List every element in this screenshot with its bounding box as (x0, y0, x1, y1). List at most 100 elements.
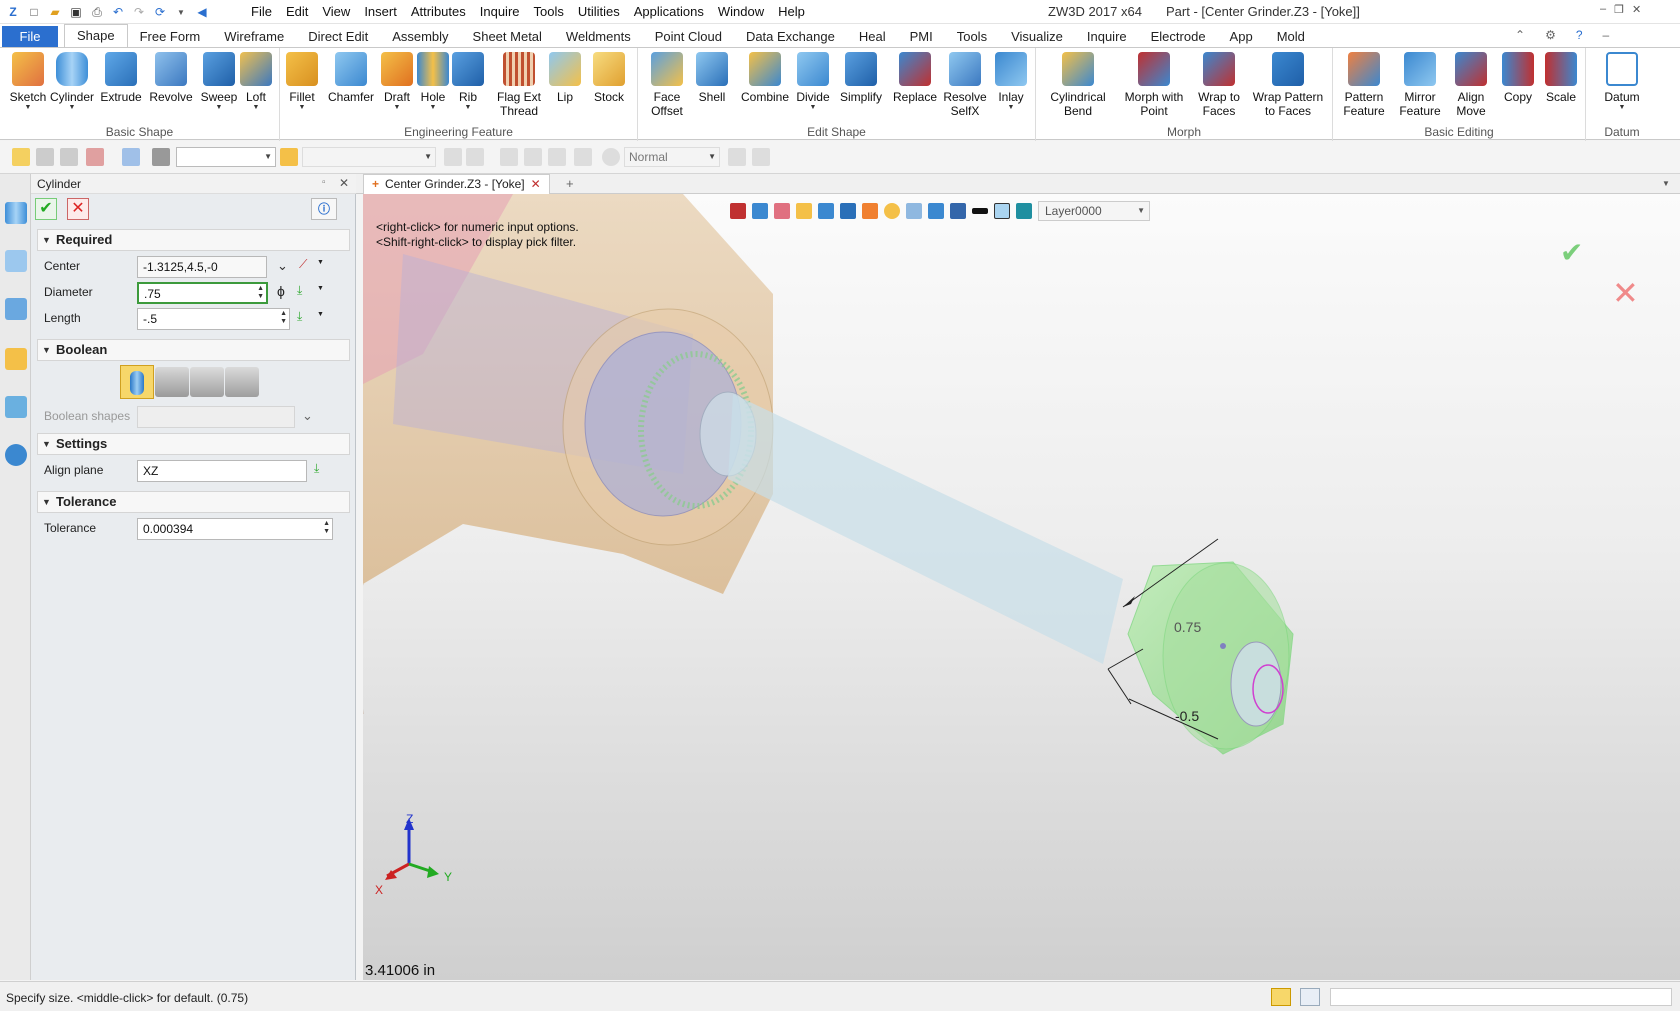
remove-shape-button[interactable] (190, 367, 224, 397)
cylinder-button[interactable]: Cylinder ▼ (48, 52, 96, 112)
app-logo-icon[interactable]: Z (4, 3, 22, 21)
layers-icon[interactable] (1016, 203, 1032, 219)
menu-inquire[interactable]: Inquire (473, 2, 527, 22)
filter-combo[interactable]: ▼ (176, 147, 276, 167)
menu-applications[interactable]: Applications (627, 2, 711, 22)
shaft[interactable] (728, 394, 1123, 664)
part-icon[interactable] (5, 348, 27, 370)
pick-filter-icon[interactable] (86, 148, 104, 166)
pick-level-combo[interactable]: ▼ (302, 147, 436, 167)
tab-assembly[interactable]: Assembly (380, 26, 460, 48)
tab-heal[interactable]: Heal (847, 26, 898, 48)
tab-visualize[interactable]: Visualize (999, 26, 1075, 48)
close-panel-icon[interactable]: ✕ (339, 176, 349, 190)
diameter-dimension-label[interactable]: 0.75 (1174, 619, 1201, 635)
view-cube-icon[interactable] (796, 203, 812, 219)
image-icon[interactable] (5, 396, 27, 418)
collapse-ribbon-icon[interactable]: ⌃ (1515, 28, 1525, 42)
base-shape-button[interactable] (120, 365, 154, 399)
menu-tools[interactable]: Tools (527, 2, 571, 22)
menu-attributes[interactable]: Attributes (404, 2, 473, 22)
pick-point-icon[interactable]: ⟋ (299, 257, 307, 272)
tab-pmi[interactable]: PMI (898, 26, 945, 48)
view-orient-icon[interactable] (752, 203, 768, 219)
undo-icon[interactable]: ↶ (109, 3, 127, 21)
close-tab-icon[interactable]: ✕ (531, 175, 541, 194)
toolbar-icon[interactable] (524, 148, 542, 166)
open-folder-icon[interactable]: ▰ (46, 3, 64, 21)
smart-pick-icon[interactable] (280, 148, 298, 166)
menu-edit[interactable]: Edit (279, 2, 315, 22)
menu-insert[interactable]: Insert (357, 2, 404, 22)
toolbar-icon[interactable] (752, 148, 770, 166)
datum-button[interactable]: Datum ▼ (1598, 52, 1646, 112)
intersect-shape-button[interactable] (225, 367, 259, 397)
expand-icon[interactable]: ⌄ (277, 258, 288, 274)
tab-electrode[interactable]: Electrode (1139, 26, 1218, 48)
lip-button[interactable]: Lip (541, 52, 589, 104)
menu-window[interactable]: Window (711, 2, 771, 22)
minimize-doc-icon[interactable]: – (1603, 28, 1610, 42)
face-offset-button[interactable]: Face Offset (643, 52, 691, 118)
chamfer-button[interactable]: Chamfer (327, 52, 375, 104)
section-view-icon[interactable] (928, 203, 944, 219)
add-pick-icon[interactable] (36, 148, 54, 166)
render-gear-icon[interactable] (602, 148, 620, 166)
pick-value-icon[interactable]: ⤓ (297, 283, 302, 298)
user-icon[interactable] (5, 444, 27, 466)
copy-button[interactable]: Copy (1494, 52, 1542, 104)
expand-icon[interactable]: ⌄ (302, 408, 313, 424)
stock-button[interactable]: Stock (585, 52, 633, 104)
assembly-tree-icon[interactable] (5, 298, 27, 320)
section-required[interactable]: Required (37, 229, 350, 251)
save-icon[interactable]: ▣ (67, 3, 85, 21)
rib-button[interactable]: Rib ▼ (444, 52, 492, 112)
section-settings[interactable]: Settings (37, 433, 350, 455)
toolbar-icon[interactable] (466, 148, 484, 166)
section-boolean[interactable]: Boolean (37, 339, 350, 361)
loft-button[interactable]: Loft ▼ (232, 52, 280, 112)
feature-cylinder-icon[interactable] (5, 202, 27, 224)
toolbar-icon[interactable] (574, 148, 592, 166)
back-arrow-icon[interactable]: ◀ (193, 3, 211, 21)
tab-sheet-metal[interactable]: Sheet Metal (461, 26, 554, 48)
tab-shape[interactable]: Shape (64, 24, 128, 48)
tolerance-input[interactable]: 0.000394 ▲ ▼ (137, 518, 333, 540)
pin-icon[interactable]: ▫ (322, 177, 326, 188)
chevron-down-icon[interactable]: ▼ (317, 285, 324, 292)
scale-button[interactable]: Scale (1537, 52, 1585, 104)
tab-weldments[interactable]: Weldments (554, 26, 643, 48)
revolve-button[interactable]: Revolve (147, 52, 195, 104)
remove-pick-icon[interactable] (60, 148, 78, 166)
section-tolerance[interactable]: Tolerance (37, 491, 350, 513)
info-button[interactable]: ⓘ (311, 198, 337, 220)
length-input[interactable]: -.5 ▲ ▼ (137, 308, 290, 330)
zoom-fit-icon[interactable] (906, 203, 922, 219)
tab-app[interactable]: App (1218, 26, 1265, 48)
cancel-button[interactable]: ✕ (67, 198, 89, 220)
combine-button[interactable]: Combine (741, 52, 789, 104)
menu-view[interactable]: View (315, 2, 357, 22)
inlay-button[interactable]: Inlay ▼ (987, 52, 1035, 112)
menu-file[interactable]: File (244, 2, 279, 22)
viewport-ok-icon[interactable]: ✔ (1560, 236, 1583, 269)
lasso-icon[interactable] (122, 148, 140, 166)
chevron-down-icon[interactable]: ▼ (317, 311, 324, 318)
menu-utilities[interactable]: Utilities (571, 2, 627, 22)
cylindrical-bend-button[interactable]: Cylindrical Bend (1046, 52, 1110, 118)
chevron-down-icon[interactable]: ▼ (317, 259, 324, 266)
filter-icon[interactable] (152, 148, 170, 166)
tab-wireframe[interactable]: Wireframe (212, 26, 296, 48)
layer-combo[interactable]: Layer0000 ▼ (1038, 201, 1150, 221)
chevron-down-icon[interactable]: ▼ (172, 3, 190, 21)
align-move-button[interactable]: Align Move (1447, 52, 1495, 118)
lighting-icon[interactable] (884, 203, 900, 219)
line-weight-icon[interactable] (972, 208, 988, 214)
eraser-icon[interactable] (774, 203, 790, 219)
toolbar-icon[interactable] (500, 148, 518, 166)
tab-file[interactable]: File (2, 26, 58, 48)
new-tab-icon[interactable]: + (566, 176, 574, 191)
resolve-selfx-button[interactable]: Resolve SelfX (941, 52, 989, 118)
close-icon[interactable]: ✕ (1632, 3, 1641, 16)
document-tab[interactable]: + Center Grinder.Z3 - [Yoke] ✕ (363, 174, 550, 194)
